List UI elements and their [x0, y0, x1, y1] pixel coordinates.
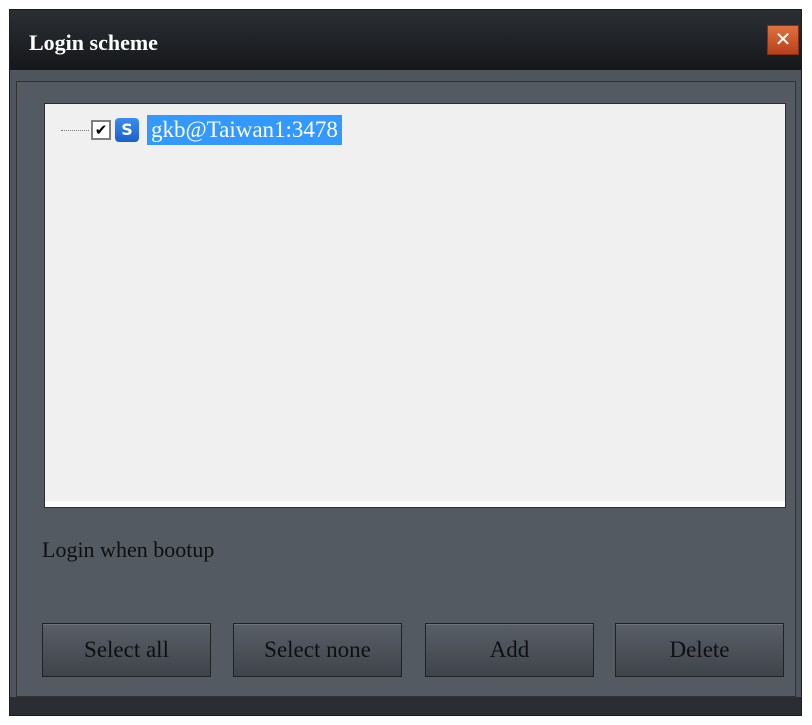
account-type-icon: S [115, 118, 139, 142]
account-checkbox[interactable]: ✔ [91, 120, 111, 140]
tree-connector-line [61, 129, 89, 131]
login-when-bootup-label: Login when bootup [42, 537, 215, 562]
account-label[interactable]: gkb@Taiwan1:3478 [147, 115, 342, 145]
login-scheme-dialog: Login scheme ✕ ✔ S gkb@Taiwan1:3478 Logi… [9, 9, 802, 716]
select-none-button[interactable]: Select none [233, 623, 402, 677]
tree-item-account[interactable]: ✔ S gkb@Taiwan1:3478 [61, 115, 342, 145]
account-tree[interactable]: ✔ S gkb@Taiwan1:3478 [44, 103, 786, 508]
dialog-content: ✔ S gkb@Taiwan1:3478 Login when bootup S… [16, 81, 796, 697]
dialog-title: Login scheme [29, 30, 158, 55]
bottom-bar [10, 697, 801, 715]
close-icon: ✕ [774, 27, 792, 51]
title-bar[interactable]: Login scheme ✕ [10, 10, 801, 70]
add-button[interactable]: Add [425, 623, 594, 677]
close-button[interactable]: ✕ [767, 25, 799, 55]
delete-button[interactable]: Delete [615, 623, 784, 677]
select-all-button[interactable]: Select all [42, 623, 211, 677]
